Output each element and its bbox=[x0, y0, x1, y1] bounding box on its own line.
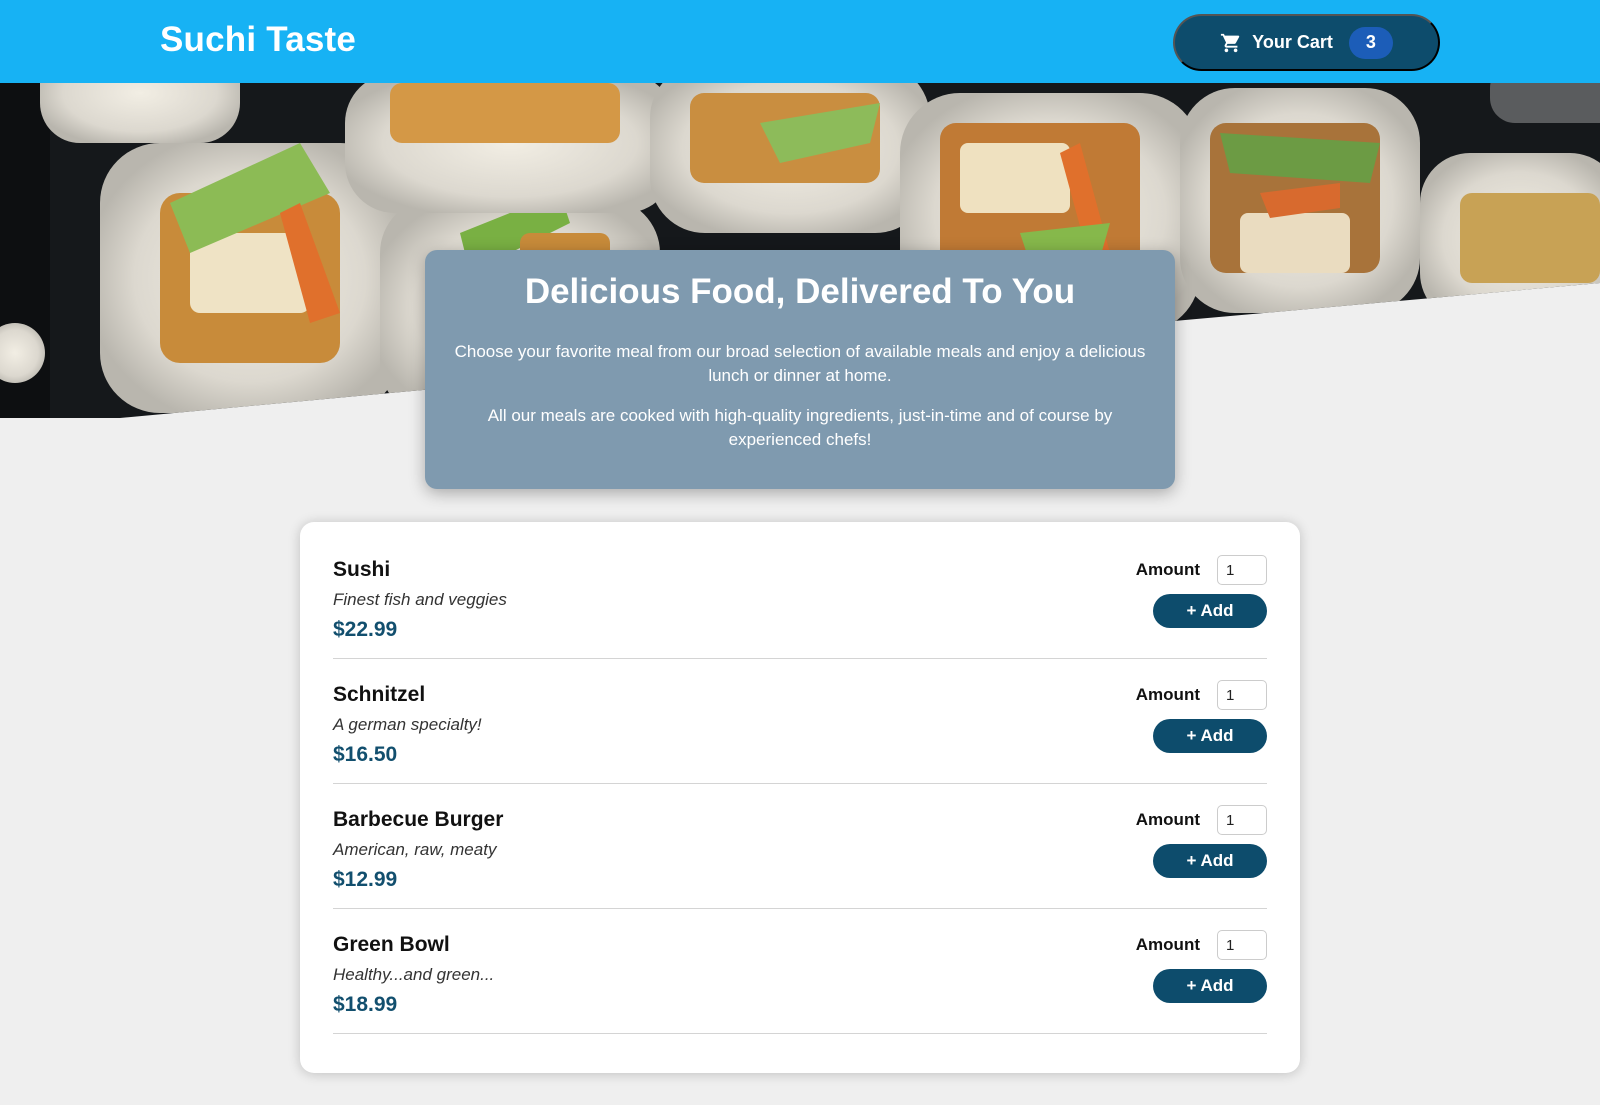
summary-card: Delicious Food, Delivered To You Choose … bbox=[425, 250, 1175, 489]
meal-item: Schnitzel A german specialty! $16.50 Amo… bbox=[333, 659, 1267, 784]
amount-input[interactable] bbox=[1217, 805, 1267, 835]
meal-item: Green Bowl Healthy...and green... $18.99… bbox=[333, 909, 1267, 1034]
app-header: Suchi Taste Your Cart 3 bbox=[0, 0, 1600, 83]
meal-price: $22.99 bbox=[333, 618, 398, 641]
meal-item: Sushi Finest fish and veggies $22.99 Amo… bbox=[333, 534, 1267, 659]
amount-label: Amount bbox=[1135, 685, 1200, 704]
amount-label: Amount bbox=[1135, 560, 1200, 579]
summary-title: Delicious Food, Delivered To You bbox=[524, 272, 1076, 311]
meal-price: $18.99 bbox=[333, 993, 398, 1016]
add-button[interactable]: + Add bbox=[1153, 594, 1267, 628]
amount-row: Amount bbox=[1136, 680, 1267, 710]
summary-paragraph-2: All our meals are cooked with high-quali… bbox=[487, 406, 1113, 449]
amount-row: Amount bbox=[1136, 805, 1267, 835]
meal-item: Barbecue Burger American, raw, meaty $12… bbox=[333, 784, 1267, 909]
amount-label: Amount bbox=[1135, 935, 1200, 954]
amount-row: Amount bbox=[1136, 930, 1267, 960]
add-button[interactable]: + Add bbox=[1153, 969, 1267, 1003]
meal-name: Schnitzel bbox=[333, 683, 426, 706]
brand-title: Suchi Taste bbox=[160, 20, 357, 59]
meal-description: American, raw, meaty bbox=[333, 840, 497, 859]
meal-name: Sushi bbox=[333, 558, 391, 581]
cart-button[interactable]: Your Cart 3 bbox=[1173, 14, 1440, 71]
cart-count-badge: 3 bbox=[1348, 26, 1393, 59]
meal-description: Finest fish and veggies bbox=[333, 590, 507, 609]
meal-price: $16.50 bbox=[333, 743, 398, 766]
amount-input[interactable] bbox=[1217, 930, 1267, 960]
add-button[interactable]: + Add bbox=[1153, 844, 1267, 878]
summary-paragraph-1: Choose your favorite meal from our broad… bbox=[454, 342, 1146, 385]
amount-label: Amount bbox=[1135, 810, 1200, 829]
meal-name: Barbecue Burger bbox=[333, 808, 504, 831]
meal-description: Healthy...and green... bbox=[333, 965, 495, 984]
amount-input[interactable] bbox=[1217, 555, 1267, 585]
amount-input[interactable] bbox=[1217, 680, 1267, 710]
meals-list: Sushi Finest fish and veggies $22.99 Amo… bbox=[300, 522, 1300, 1073]
cart-label: Your Cart bbox=[1252, 32, 1333, 52]
amount-row: Amount bbox=[1136, 555, 1267, 585]
cart-icon bbox=[1220, 32, 1242, 54]
meal-name: Green Bowl bbox=[333, 933, 450, 956]
meal-price: $12.99 bbox=[333, 868, 398, 891]
add-button[interactable]: + Add bbox=[1153, 719, 1267, 753]
meal-description: A german specialty! bbox=[333, 715, 482, 734]
